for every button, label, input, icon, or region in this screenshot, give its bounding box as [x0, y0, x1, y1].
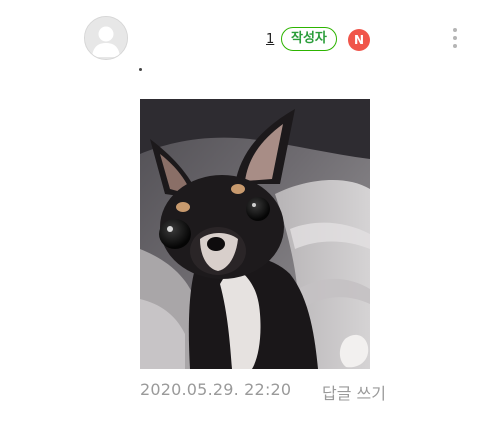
- new-badge: N: [348, 29, 370, 51]
- author-badge: 작성자: [281, 27, 337, 51]
- comment-image-chihuahua[interactable]: [140, 99, 370, 369]
- vertical-dots-icon: [453, 28, 457, 48]
- reply-button[interactable]: 답글 쓰기: [322, 380, 386, 404]
- avatar-default-profile-icon[interactable]: [84, 16, 128, 60]
- comment-text-dot: [139, 68, 142, 71]
- commenter-nickname[interactable]: 1: [266, 33, 274, 47]
- more-options-icon[interactable]: [446, 24, 464, 52]
- default-profile-icon: [85, 17, 127, 59]
- comment-timestamp: 2020.05.29. 22:20: [140, 380, 292, 399]
- chihuahua-photo: [140, 99, 370, 369]
- comment-item: 1 작성자 N 2020.05.29. 22:20 답글 쓰기: [0, 0, 480, 424]
